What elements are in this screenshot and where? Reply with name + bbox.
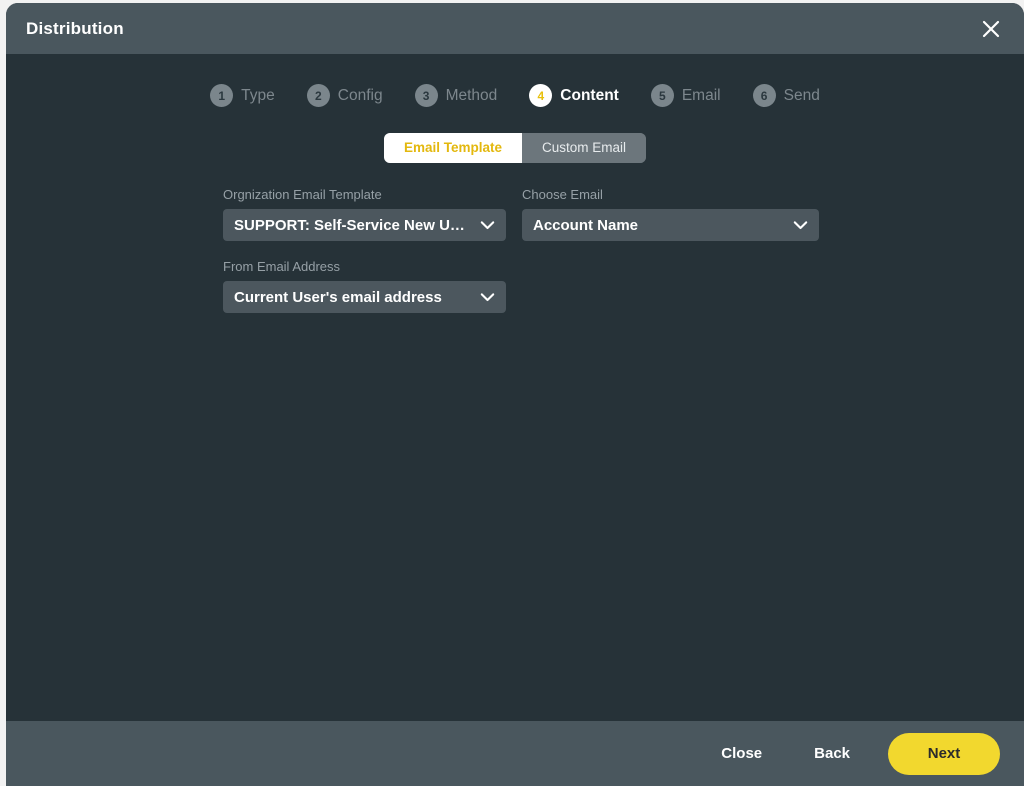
step-method[interactable]: 3 Method (399, 84, 514, 107)
tab-email-template[interactable]: Email Template (383, 133, 522, 163)
step-label: Method (445, 86, 498, 104)
step-label: Email (681, 86, 721, 104)
modal-body: 1 Type 2 Config 3 Method 4 Content 5 Ema… (6, 54, 1024, 721)
step-number: 6 (752, 84, 776, 107)
choose-email-select[interactable]: Account Name (522, 209, 819, 241)
step-number: 3 (414, 84, 438, 107)
step-label: Type (241, 86, 275, 104)
step-label: Config (337, 86, 383, 104)
step-send[interactable]: 6 Send (737, 84, 836, 107)
field-label: Choose Email (522, 187, 603, 202)
org-email-template-select[interactable]: SUPPORT: Self-Service New Use... (223, 209, 506, 241)
chevron-down-icon (793, 220, 808, 230)
tabs-group: Email Template Custom Email (383, 133, 647, 163)
next-button[interactable]: Next (888, 732, 1000, 775)
content-mode-tabs: Email Template Custom Email (6, 133, 1024, 163)
select-value: SUPPORT: Self-Service New Use... (234, 216, 472, 234)
close-icon[interactable] (974, 12, 1008, 46)
modal-footer: Close Back Next (6, 721, 1024, 786)
step-number: 5 (650, 84, 674, 107)
back-button[interactable]: Back (788, 737, 876, 770)
from-email-address-select[interactable]: Current User's email address (223, 281, 506, 313)
modal-header: Distribution (6, 3, 1024, 54)
step-type[interactable]: 1 Type (194, 84, 291, 107)
step-number: 1 (210, 84, 234, 107)
distribution-modal: Distribution 1 Type 2 Config 3 Method 4 … (6, 3, 1024, 786)
step-label: Send (783, 86, 820, 104)
content-form: Orgnization Email Template SUPPORT: Self… (6, 187, 1024, 313)
form-row-1: Orgnization Email Template SUPPORT: Self… (223, 187, 1024, 241)
chevron-down-icon (480, 292, 495, 302)
field-org-email-template: Orgnization Email Template SUPPORT: Self… (223, 187, 506, 241)
step-number: 4 (529, 84, 553, 107)
chevron-down-icon (480, 220, 495, 230)
page-title: Distribution (26, 18, 124, 38)
select-value: Account Name (533, 216, 639, 234)
wizard-stepper: 1 Type 2 Config 3 Method 4 Content 5 Ema… (6, 54, 1024, 107)
step-config[interactable]: 2 Config (291, 84, 399, 107)
step-label: Content (560, 86, 619, 104)
form-row-2: From Email Address Current User's email … (223, 259, 1024, 313)
field-choose-email: Choose Email Account Name (522, 187, 819, 241)
step-email[interactable]: 5 Email (635, 84, 737, 107)
field-label: From Email Address (223, 259, 341, 274)
tab-custom-email[interactable]: Custom Email (522, 133, 647, 163)
step-content[interactable]: 4 Content (513, 84, 635, 107)
field-from-email-address: From Email Address Current User's email … (223, 259, 506, 313)
step-number: 2 (306, 84, 330, 107)
close-button[interactable]: Close (695, 737, 788, 770)
field-label: Orgnization Email Template (223, 187, 382, 202)
select-value: Current User's email address (234, 288, 442, 306)
